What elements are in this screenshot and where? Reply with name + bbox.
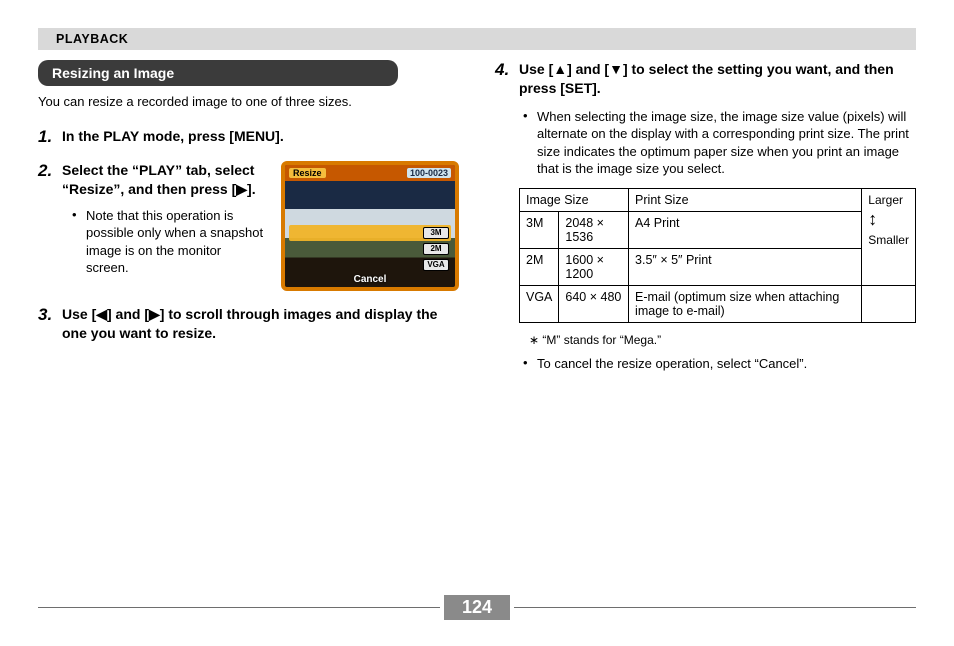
bullet-icon: • (72, 207, 86, 277)
thumb-option-vga: VGA (423, 259, 449, 271)
cell-2m: 2M (520, 248, 559, 285)
cell-vga-px: 640 × 480 (559, 285, 629, 322)
smaller-label: Smaller (868, 233, 909, 247)
cell-3m-print: A4 Print (629, 211, 862, 248)
cell-2m-px: 1600 × 1200 (559, 248, 629, 285)
section-header-text: PLAYBACK (56, 32, 128, 46)
thumb-option-2m: 2M (423, 243, 449, 255)
camera-screenshot: Resize 100-0023 3M 2M VGA Cancel (281, 161, 459, 291)
page-number: 124 (444, 595, 510, 620)
step-4: 4. Use [▲] and [▼] to select the setting… (495, 60, 916, 373)
image-size-table: Image Size Print Size Larger ↕ Smaller 3… (519, 188, 916, 323)
size-scale-cell: Larger ↕ Smaller (862, 188, 916, 285)
topic-title-text: Resizing an Image (52, 65, 174, 81)
left-column: Resizing an Image You can resize a recor… (38, 60, 459, 387)
thumb-option-3m: 3M (423, 227, 449, 239)
thumb-resize-tab: Resize (289, 168, 326, 178)
step-3: 3. Use [◀] and [▶] to scroll through ima… (38, 305, 459, 343)
step-1-text: In the PLAY mode, press [MENU]. (62, 127, 459, 146)
step-2-note: Note that this operation is possible onl… (86, 207, 267, 277)
topic-title-bar: Resizing an Image (38, 60, 398, 86)
th-image-size: Image Size (520, 188, 629, 211)
step-number: 3. (38, 305, 62, 343)
section-header-bar: PLAYBACK (38, 28, 916, 50)
cell-3m: 3M (520, 211, 559, 248)
step-3-text: Use [◀] and [▶] to scroll through images… (62, 305, 459, 343)
bullet-icon: • (523, 108, 537, 178)
thumb-cancel: Cancel (285, 274, 455, 285)
cell-vga-print: E-mail (optimum size when attaching imag… (629, 285, 862, 322)
intro-text: You can resize a recorded image to one o… (38, 94, 459, 109)
step-number: 2. (38, 161, 62, 291)
step-2: 2. Select the “PLAY” tab, select “Resize… (38, 161, 459, 291)
footer-rule-right (514, 607, 916, 608)
page: PLAYBACK Resizing an Image You can resiz… (0, 0, 954, 646)
bullet-icon: • (523, 355, 537, 373)
larger-label: Larger (868, 193, 903, 207)
content-columns: Resizing an Image You can resize a recor… (38, 60, 916, 387)
step-1: 1. In the PLAY mode, press [MENU]. (38, 127, 459, 147)
thumb-counter: 100-0023 (407, 168, 451, 178)
cancel-note: To cancel the resize operation, select “… (537, 355, 916, 373)
cell-3m-px: 2048 × 1536 (559, 211, 629, 248)
updown-arrow-icon: ↕ (868, 209, 909, 231)
mega-footnote: ∗ “M” stands for “Mega.” (519, 333, 916, 347)
page-footer: 124 (38, 595, 916, 620)
step-number: 1. (38, 127, 62, 147)
step-number: 4. (495, 60, 519, 373)
footer-rule-left (38, 607, 440, 608)
cell-2m-print: 3.5″ × 5″ Print (629, 248, 862, 285)
step-2-text: Select the “PLAY” tab, select “Resize”, … (62, 161, 267, 199)
step-4-note: When selecting the image size, the image… (537, 108, 916, 178)
cell-vga: VGA (520, 285, 559, 322)
right-column: 4. Use [▲] and [▼] to select the setting… (495, 60, 916, 387)
step-4-text: Use [▲] and [▼] to select the setting yo… (519, 60, 916, 98)
th-print-size: Print Size (629, 188, 862, 211)
